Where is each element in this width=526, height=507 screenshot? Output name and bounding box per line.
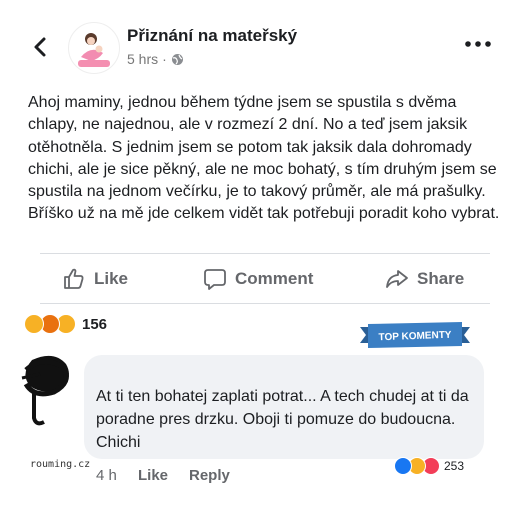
post-text: Ahoj maminy, jednou během týdne jsem se … — [28, 94, 500, 223]
reaction-summary[interactable]: 156 — [24, 314, 107, 334]
comment-text: At ti ten bohatej zaplati potrat... A te… — [96, 388, 469, 451]
comment-label: Comment — [235, 269, 314, 288]
like-label: Like — [94, 269, 129, 288]
share-arrow-icon — [386, 270, 408, 288]
comment-reply-button[interactable]: Reply — [189, 467, 230, 484]
share-button[interactable]: Share — [385, 265, 464, 293]
comment-like-button[interactable]: Like — [138, 467, 168, 484]
back-arrow-icon[interactable] — [30, 36, 52, 58]
comment-time[interactable]: 4 h — [96, 467, 117, 484]
watermark: rouming.cz — [30, 459, 91, 470]
page-name[interactable]: Přiznání na mateřský — [127, 26, 297, 46]
more-options-icon[interactable] — [463, 38, 493, 50]
reaction-count: 156 — [82, 315, 108, 333]
comment-button[interactable]: Comment — [203, 265, 313, 293]
top-comments-badge: TOP KOMENTY — [360, 322, 470, 348]
thumbs-up-icon — [64, 268, 84, 289]
comment-reaction-count: 253 — [444, 459, 465, 473]
share-label: Share — [417, 269, 465, 288]
post-time[interactable]: 5 hrs — [127, 51, 158, 67]
haha-reaction-icon — [24, 314, 44, 334]
page-avatar[interactable] — [68, 22, 120, 74]
globe-icon — [171, 53, 183, 65]
like-button[interactable]: Like — [62, 265, 128, 293]
comment-reactions[interactable]: 253 — [394, 457, 464, 475]
divider — [40, 253, 490, 254]
post-meta: 5 hrs · — [127, 51, 184, 67]
like-reaction-icon — [394, 457, 412, 475]
scribbled-avatar[interactable] — [14, 348, 80, 428]
mother-baby-logo-icon — [70, 24, 118, 72]
divider — [40, 303, 490, 304]
comment-bubble-icon — [204, 269, 226, 290]
meta-dot: · — [162, 51, 167, 67]
